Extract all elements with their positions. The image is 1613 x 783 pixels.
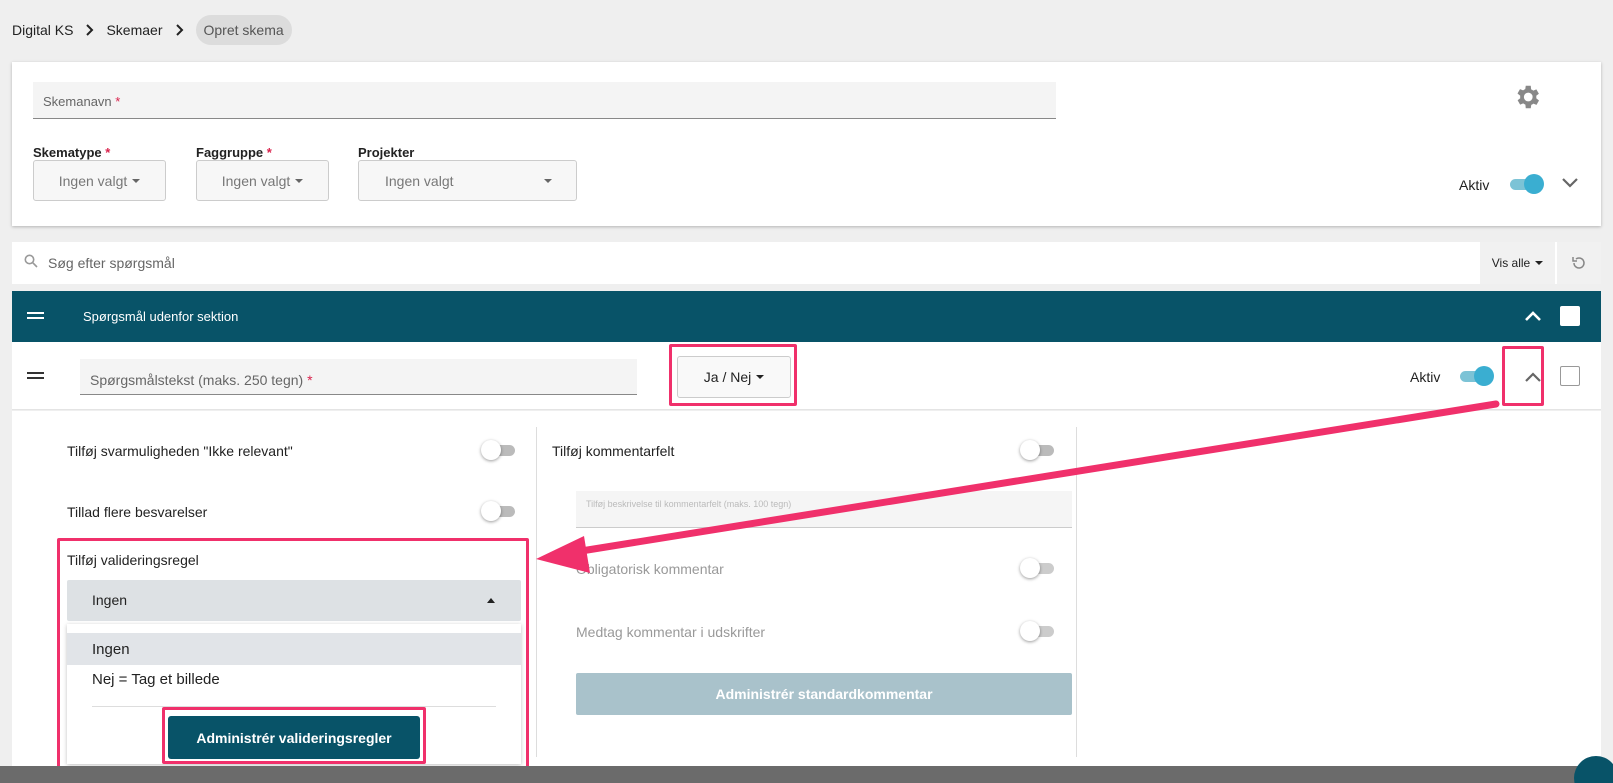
bottom-bar — [0, 766, 1613, 783]
annotation-arrow — [536, 400, 1500, 573]
